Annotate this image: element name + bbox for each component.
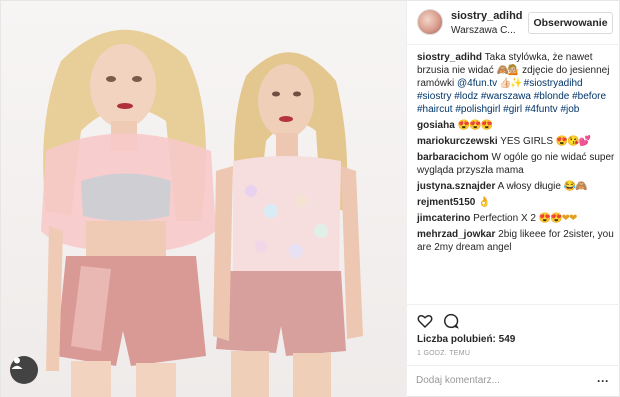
comment-emoji: 😍😍😍: [457, 120, 493, 131]
comment-username[interactable]: mariokurczewski: [417, 136, 498, 147]
hashtag[interactable]: #4funtv: [525, 104, 558, 115]
hashtag[interactable]: #haircut: [417, 104, 453, 115]
post-side-panel: siostry_adihd Warszawa C... Obserwowanie…: [406, 1, 620, 397]
post-photo[interactable]: [1, 1, 406, 397]
hashtag[interactable]: #siostryadihd: [524, 78, 583, 89]
likes-count[interactable]: Liczba polubień: 549: [417, 334, 515, 345]
heart-icon[interactable]: [417, 313, 433, 329]
comment-text: YES GIRLS: [500, 136, 556, 147]
post-caption: siostry_adihd Taka stylówka, że nawet br…: [417, 51, 617, 116]
hashtag[interactable]: #blonde: [534, 91, 570, 102]
caption-emoji-2: 👍🏻✨: [497, 78, 524, 89]
comment-username[interactable]: jimcaterino: [417, 213, 470, 224]
add-comment-input[interactable]: [416, 375, 576, 386]
add-comment-bar: ···: [407, 365, 620, 397]
hashtag[interactable]: #lodz: [454, 91, 478, 102]
comment-emoji: 😍😘💕: [555, 136, 591, 147]
comment-username[interactable]: barbaracichom: [417, 152, 489, 163]
comment-username[interactable]: mehrzad_jowkar: [417, 229, 495, 240]
comment-text: A włosy długie: [497, 181, 564, 192]
user-tag-icon: [11, 357, 23, 369]
author-username[interactable]: siostry_adihd: [451, 10, 523, 22]
instagram-post: siostry_adihd Warszawa C... Obserwowanie…: [0, 0, 620, 397]
post-header: siostry_adihd Warszawa C... Obserwowanie: [407, 1, 620, 45]
caption-username[interactable]: siostry_adihd: [417, 52, 482, 63]
comment-item: mehrzad_jowkar 2big likeee for 2sister, …: [417, 228, 617, 254]
comment-item: justyna.sznajder A włosy długie 😂🙈: [417, 180, 617, 193]
comment-username[interactable]: rejment5150: [417, 197, 475, 208]
post-actions: [407, 304, 620, 334]
hashtag[interactable]: #polishgirl: [455, 104, 500, 115]
hashtag[interactable]: #girl: [503, 104, 522, 115]
comments-list: siostry_adihd Taka stylówka, że nawet br…: [417, 51, 617, 257]
comment-item: barbaracichom W ogóle go nie widać super…: [417, 151, 617, 177]
post-location[interactable]: Warszawa C...: [451, 25, 521, 36]
hashtag[interactable]: #siostry: [417, 91, 451, 102]
caption-mention[interactable]: @4fun.tv: [457, 78, 497, 89]
hashtag[interactable]: #warszawa: [481, 91, 531, 102]
comment-bubble-icon[interactable]: [443, 313, 459, 329]
comment-emoji: 😂🙈: [563, 181, 588, 192]
caption-emoji-1: 🙈💁🏼: [496, 65, 520, 76]
photo-illustration: [41, 29, 363, 397]
comment-item: mariokurczewski YES GIRLS 😍😘💕: [417, 135, 617, 148]
hashtag[interactable]: #before: [572, 91, 606, 102]
comment-item: jimcaterino Perfection X 2 😍😍❤❤: [417, 212, 617, 225]
comment-username[interactable]: justyna.sznajder: [417, 181, 495, 192]
tagged-users-button[interactable]: [10, 356, 38, 384]
comment-username[interactable]: gosiaha: [417, 120, 455, 131]
hashtag[interactable]: #job: [560, 104, 579, 115]
comment-item: rejment5150 👌: [417, 196, 617, 209]
post-timestamp[interactable]: 1 GODZ. TEMU: [417, 350, 470, 357]
comment-emoji: 😍😍❤❤: [538, 213, 578, 224]
comment-emoji: 👌: [478, 197, 490, 208]
comment-text: Perfection X 2: [473, 213, 539, 224]
avatar[interactable]: [417, 9, 443, 35]
following-button[interactable]: Obserwowanie: [528, 12, 613, 34]
more-options-icon[interactable]: ···: [597, 374, 609, 388]
comment-item: gosiaha 😍😍😍: [417, 119, 617, 132]
